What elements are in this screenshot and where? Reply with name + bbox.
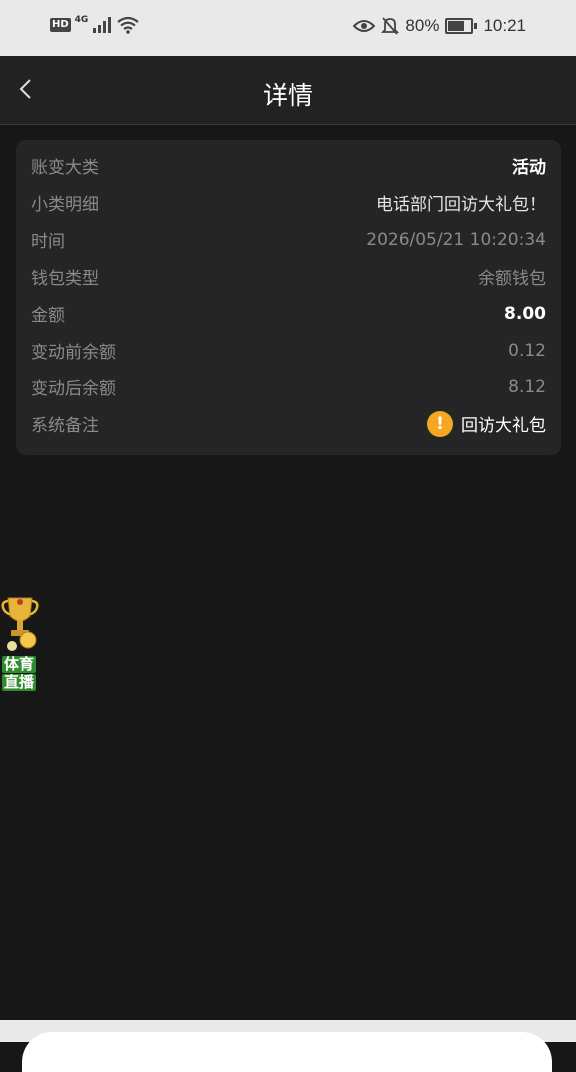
balance-before-value: 0.12 [508,340,546,361]
balance-before-label: 变动前余额 [31,343,116,363]
detail-row-amount: 金额 8.00 [31,295,546,332]
float-label-line2: 直播 [2,673,36,691]
battery-percent: 80% [405,16,440,35]
bell-muted-icon [381,17,400,35]
category-value: 活动 [512,158,546,178]
wifi-icon [117,16,140,34]
subcategory-value: 电话部门回访大礼包！ [376,195,546,215]
amount-label: 金额 [31,306,65,326]
signal-icon [93,17,112,33]
wallet-type-value: 余额钱包 [478,269,546,289]
sports-live-float-button[interactable]: 体育 直播 [0,594,40,694]
subcategory-label: 小类明细 [31,195,99,215]
detail-row-time: 时间 2026/05/21 10:20:34 [31,221,546,258]
detail-row-balance-after: 变动后余额 8.12 [31,368,546,405]
hd-badge: HD [50,18,71,32]
status-bar: HD 4G 80% 10:21 [0,0,576,56]
status-right: 80% 10:21 [353,16,526,36]
time-label: 时间 [31,232,65,252]
bottom-sheet[interactable] [22,1032,552,1072]
warning-icon: ! [427,410,453,437]
detail-row-balance-before: 变动前余额 0.12 [31,332,546,369]
float-label-line1: 体育 [2,655,36,673]
detail-row-remark: 系统备注 ! 回访大礼包 [31,405,546,442]
detail-card: 账变大类 活动 小类明细 电话部门回访大礼包！ 时间 2026/05/21 10… [16,140,561,455]
wallet-type-label: 钱包类型 [31,269,99,289]
detail-row-subcategory: 小类明细 电话部门回访大礼包！ [31,184,546,221]
time-value: 2026/05/21 10:20:34 [366,229,546,250]
remark-value-group: ! 回访大礼包 [427,410,546,437]
balance-after-label: 变动后余额 [31,379,116,399]
trophy-icon [1,597,39,651]
status-left: HD 4G [50,15,140,34]
nav-bar: 详情 [0,56,576,125]
category-label: 账变大类 [31,158,99,178]
page-title: 详情 [262,82,313,110]
detail-row-category: 账变大类 活动 [31,147,546,184]
amount-value: 8.00 [504,303,546,324]
clock: 10:21 [483,16,526,35]
balance-after-value: 8.12 [508,376,546,397]
eye-icon [353,20,376,32]
remark-label: 系统备注 [31,416,99,436]
detail-row-wallet: 钱包类型 余额钱包 [31,258,546,295]
network-type: 4G [74,15,89,25]
battery-icon [445,18,478,34]
remark-value: 回访大礼包 [461,416,546,436]
